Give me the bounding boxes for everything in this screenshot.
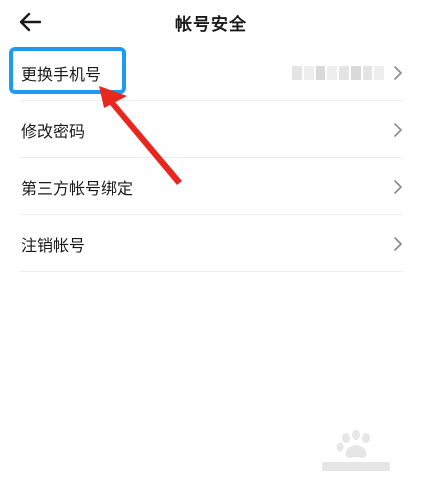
divider bbox=[20, 271, 402, 272]
chevron-right-icon bbox=[394, 236, 402, 251]
paw-logo-watermark bbox=[322, 430, 390, 471]
masked-phone-number bbox=[292, 65, 384, 80]
settings-item-label: 修改密码 bbox=[21, 121, 86, 141]
settings-item-label: 更换手机号 bbox=[21, 64, 102, 84]
settings-item-change-phone[interactable]: 更换手机号 bbox=[0, 44, 422, 101]
chevron-right-icon bbox=[394, 122, 402, 137]
settings-item-delete-account[interactable]: 注销帐号 bbox=[0, 215, 422, 272]
settings-list: 更换手机号 修改密码 第三方帐号绑定 注销帐号 bbox=[0, 44, 422, 272]
page-title: 帐号安全 bbox=[175, 15, 247, 35]
settings-item-change-password[interactable]: 修改密码 bbox=[0, 101, 422, 158]
settings-item-label: 注销帐号 bbox=[21, 235, 86, 255]
chevron-right-icon bbox=[394, 65, 402, 80]
settings-item-third-party-binding[interactable]: 第三方帐号绑定 bbox=[0, 158, 422, 215]
top-bar: 帐号安全 bbox=[0, 0, 422, 44]
chevron-right-icon bbox=[394, 179, 402, 194]
settings-item-label: 第三方帐号绑定 bbox=[21, 178, 134, 198]
